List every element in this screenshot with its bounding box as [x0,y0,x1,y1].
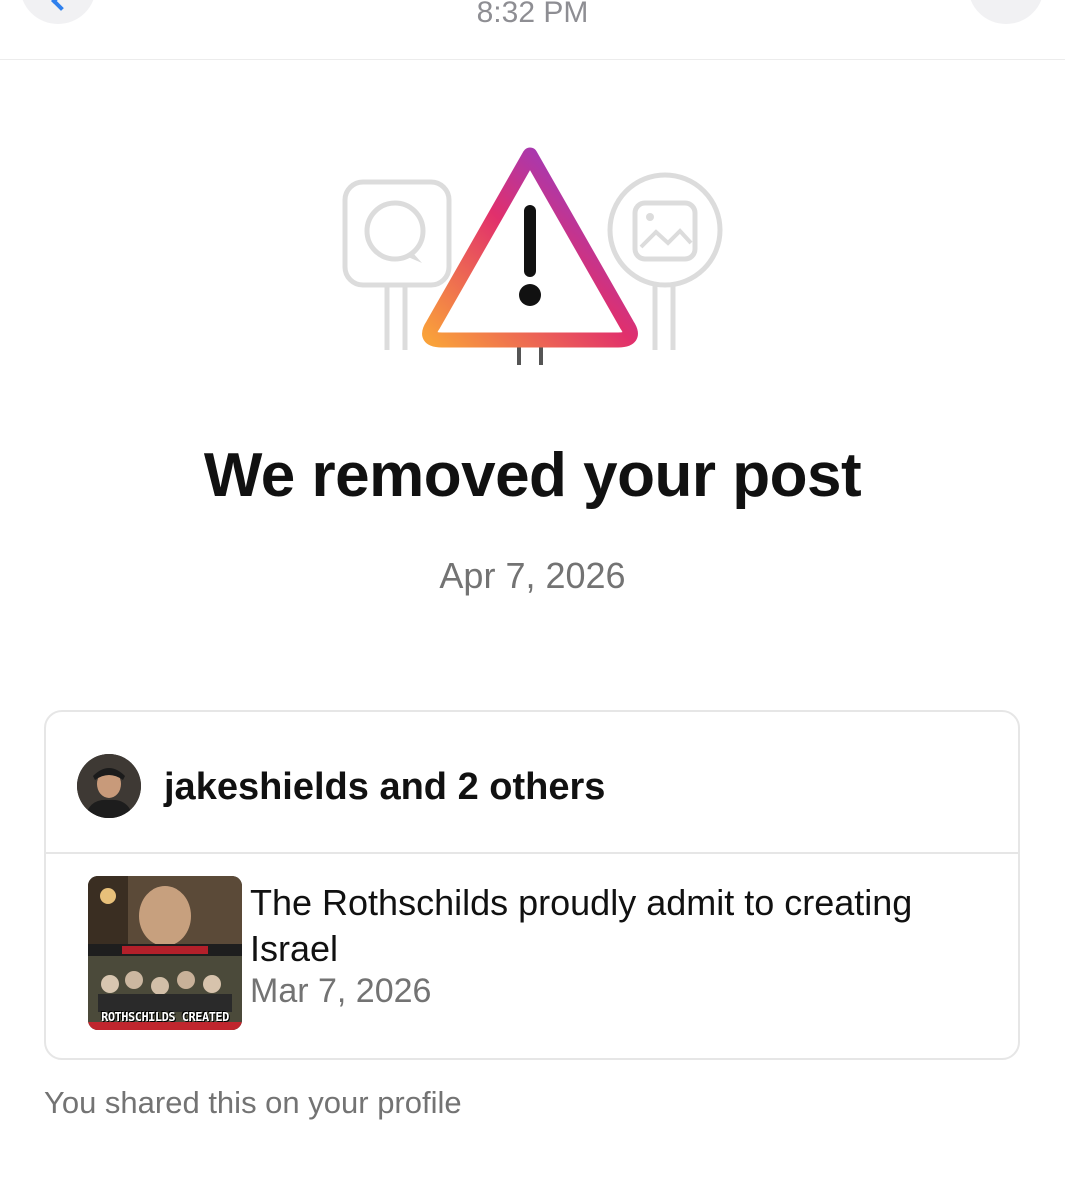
share-note: You shared this on your profile [44,1085,462,1120]
thumbnail-caption: ROTHSCHILDS CREATED [101,1010,229,1024]
thumbnail-image [88,876,242,1030]
status-time: 8:32 PM [476,0,589,29]
post-text[interactable]: The Rothschilds proudly admit to creatin… [250,880,990,972]
comment-icon [364,200,426,263]
post-date: Mar 7, 2026 [250,972,432,1010]
removed-post-illustration [342,147,723,365]
avatar-image [77,754,141,818]
post-thumbnail[interactable]: ROTHSCHILDS CREATED [88,876,242,1030]
top-bar: 8:32 PM [0,0,1065,60]
card-header: jakeshields and 2 others [46,712,1018,854]
notice-date: Apr 7, 2026 [439,555,626,596]
removed-post-screen: 8:32 PM We removed your post Apr 7, 2026… [0,0,1065,1200]
image-icon [632,200,698,262]
notice-title: We removed your post [203,441,862,510]
card-users-label[interactable]: jakeshields and 2 others [164,766,605,809]
removed-post-card[interactable]: jakeshields and 2 others ROTHSCHILDS CRE… [44,710,1020,1060]
avatar[interactable] [77,754,141,818]
warning-triangle-icon [422,147,638,365]
